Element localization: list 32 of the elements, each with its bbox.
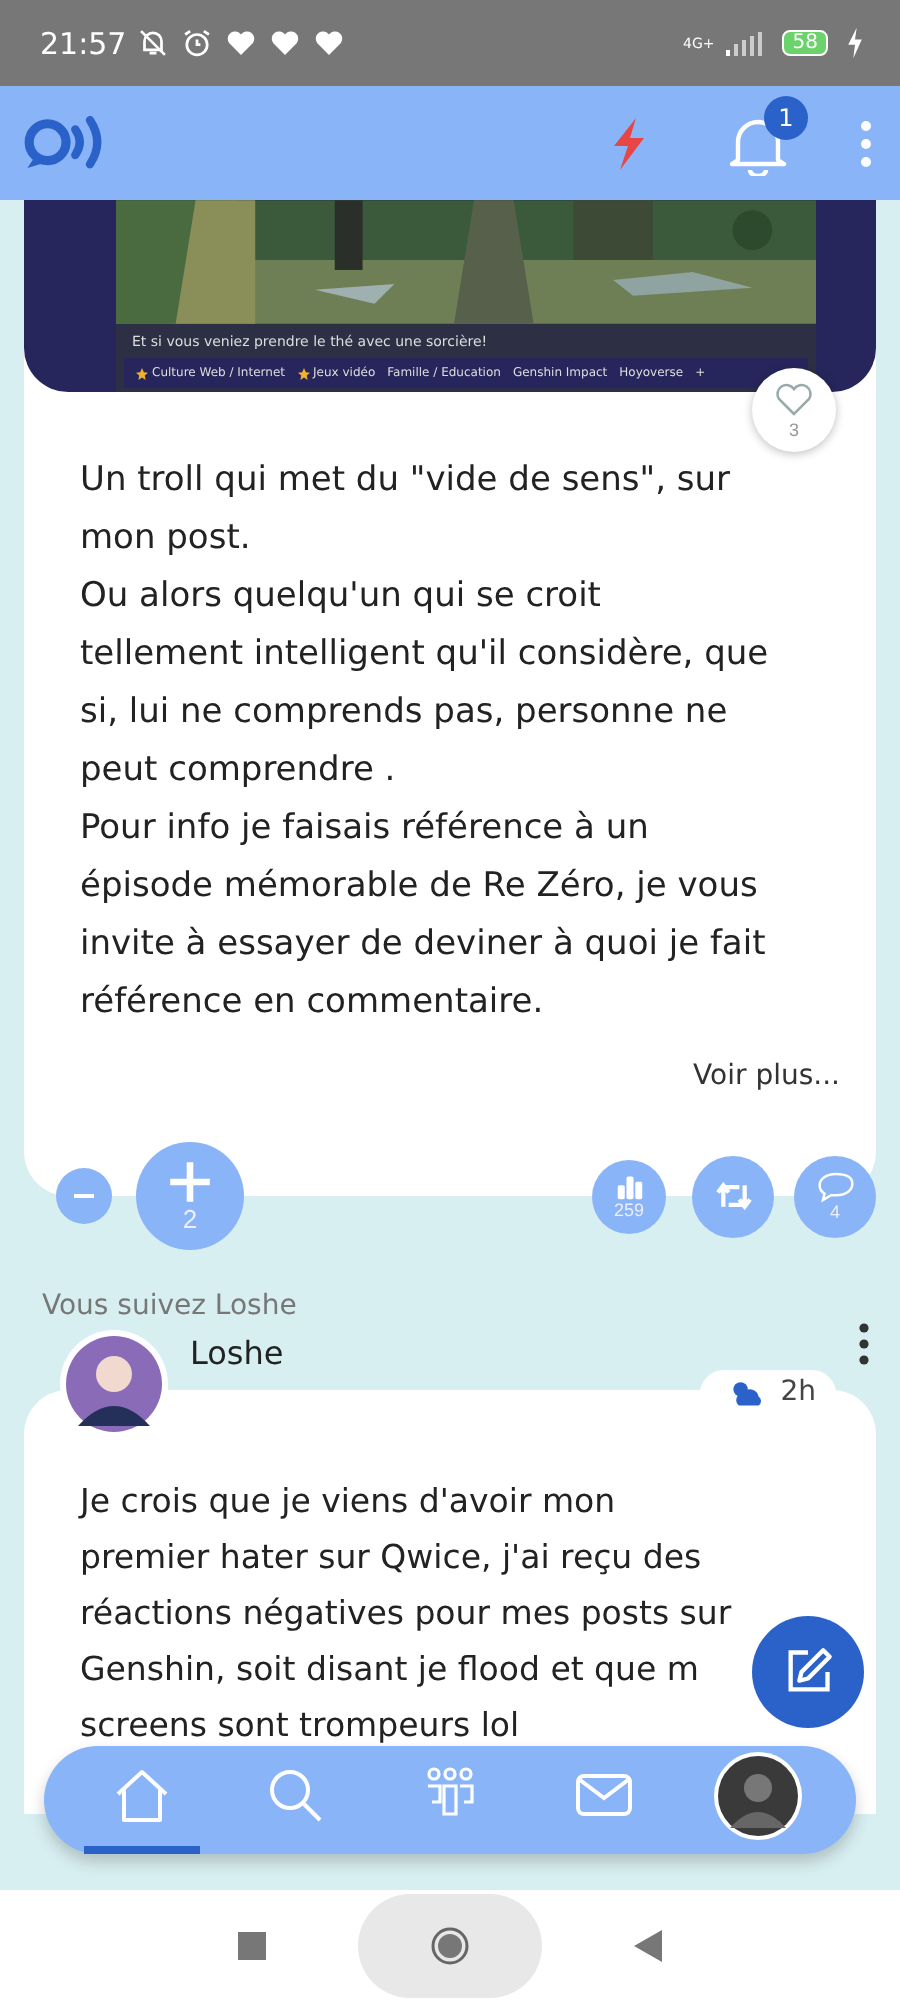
notification-badge: 1 <box>764 95 808 139</box>
heart-icon <box>224 26 259 60</box>
recents-button[interactable] <box>238 1931 266 1959</box>
post-text: Pour info je faisais référence à un épisode mémorable de Re Zéro, je vous invite à essayer de deviner à quoi je fait référence en commentaire. <box>80 806 768 1026</box>
back-button[interactable] <box>634 1929 662 1961</box>
plus-icon <box>168 1159 212 1203</box>
signal-icon <box>724 29 765 57</box>
clock-time: 21:57 <box>40 25 127 61</box>
minus-icon <box>74 1194 94 1198</box>
see-more-link[interactable]: Voir plus... <box>24 1032 876 1092</box>
home-icon <box>111 1766 172 1826</box>
home-circle-icon <box>430 1925 470 1965</box>
author-name[interactable]: Loshe <box>190 1334 858 1372</box>
post-text: Un troll qui met du "vide de sens", sur mon post. <box>80 458 733 562</box>
profile-avatar[interactable] <box>714 1752 803 1840</box>
weather-icon <box>728 1377 765 1407</box>
battery-indicator: 58 <box>782 30 828 56</box>
home-button[interactable] <box>358 1893 542 1997</box>
post-text: Ou alors quelqu'un qui se croit tellement intelligent qu'il considère, que si, lui ne comprends pas, personne ne peut comprendre . <box>80 574 770 794</box>
search-icon <box>265 1766 326 1826</box>
follow-context-label: Vous suivez Loshe <box>40 1288 299 1322</box>
alarm-icon <box>180 26 215 60</box>
muted-bell-icon <box>136 26 171 60</box>
bar-chart-icon <box>615 1173 643 1199</box>
speech-bubble-icon <box>817 1171 853 1201</box>
post-text: Je crois que je viens d'avoir mon premier hater sur Qwice, j'ai reçu des réactions négatives pour mes posts sur Genshin, soit disant je flood et que m screens sont trompeurs lol <box>80 1480 732 1748</box>
repost-icon <box>713 1180 753 1212</box>
heart-icon <box>312 26 347 60</box>
heart-icon <box>268 26 303 60</box>
heart-icon <box>774 381 814 417</box>
more-options-icon[interactable] <box>858 1322 870 1366</box>
post-time: 2h <box>780 1376 816 1408</box>
